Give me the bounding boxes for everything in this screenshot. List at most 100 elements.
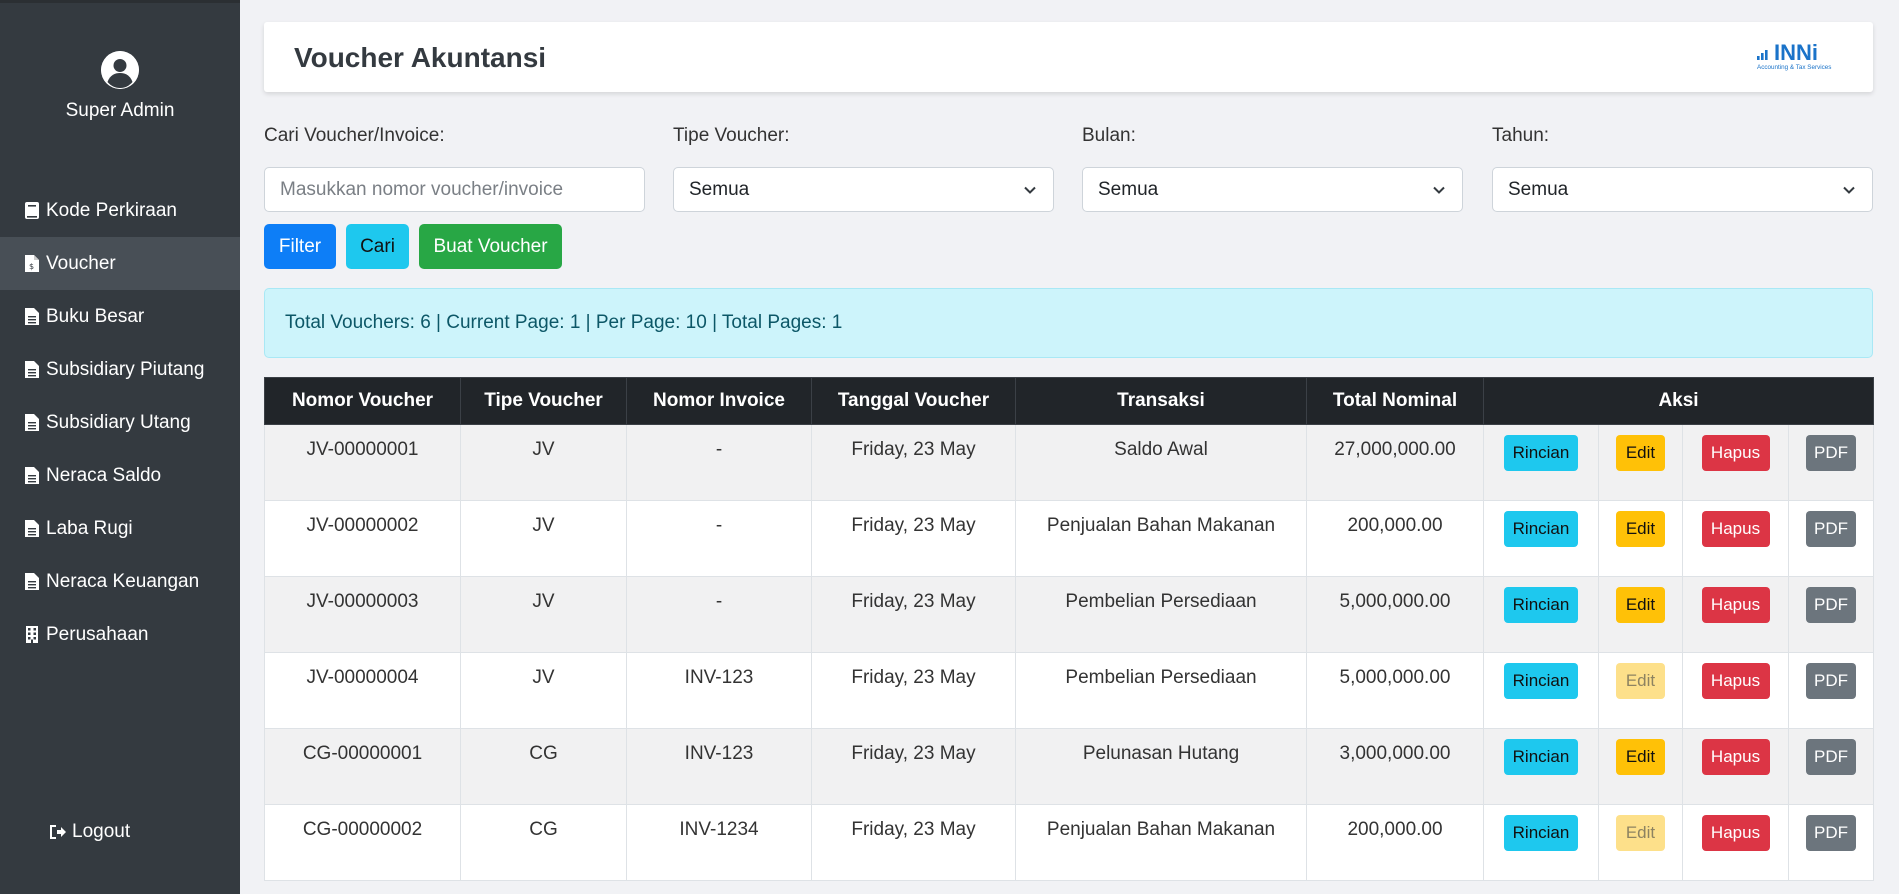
action-cell: PDF — [1787, 652, 1875, 729]
voucher-type-cell: JV — [460, 500, 627, 577]
search-field[interactable] — [264, 167, 645, 212]
sidebar-item-subsidiary-piutang[interactable]: Subsidiary Piutang — [0, 343, 240, 396]
action-cell: Hapus — [1682, 576, 1789, 653]
file-icon — [24, 572, 40, 591]
detail-button[interactable]: Rincian — [1504, 739, 1578, 775]
book-icon — [24, 201, 40, 220]
logo-subtext: Accounting & Tax Services — [1757, 64, 1831, 71]
delete-button[interactable]: Hapus — [1701, 663, 1770, 699]
voucher-number-cell: JV-00000002 — [264, 500, 461, 577]
invoice-number-cell: INV-123 — [626, 652, 812, 729]
chevron-down-icon — [1023, 183, 1037, 197]
sidebar-item-label: Buku Besar — [46, 305, 145, 327]
voucher-number-cell: JV-00000001 — [264, 424, 461, 501]
page-header: Voucher Akuntansi INNi Accounting & Tax … — [264, 22, 1873, 92]
svg-text:$: $ — [29, 262, 34, 271]
sidebar-item-laba-rugi[interactable]: Laba Rugi — [0, 502, 240, 555]
sidebar: Super Admin Kode Perkiraan $ Voucher Buk… — [0, 0, 240, 894]
summary-alert: Total Vouchers: 6 | Current Page: 1 | Pe… — [264, 288, 1873, 358]
delete-button[interactable]: Hapus — [1701, 815, 1770, 851]
sidebar-item-neraca-saldo[interactable]: Neraca Saldo — [0, 449, 240, 502]
transaction-cell: Pelunasan Hutang — [1015, 728, 1307, 805]
search-button[interactable]: Cari — [346, 224, 409, 269]
sidebar-item-neraca-keuangan[interactable]: Neraca Keuangan — [0, 555, 240, 608]
file-icon — [24, 466, 40, 485]
action-cell: PDF — [1787, 424, 1875, 501]
detail-button[interactable]: Rincian — [1504, 511, 1578, 547]
table-row: JV-00000001 JV - Friday, 23 May Saldo Awal 27… — [264, 424, 1875, 501]
total-nominal-cell: 27,000,000.00 — [1306, 424, 1484, 501]
delete-button[interactable]: Hapus — [1701, 511, 1770, 547]
edit-button: Edit — [1616, 663, 1665, 699]
profile: Super Admin — [0, 3, 240, 122]
sidebar-item-label: Kode Perkiraan — [46, 199, 177, 221]
create-voucher-button[interactable]: Buat Voucher — [419, 224, 562, 269]
filter-bar: Cari Voucher/Invoice: Tipe Voucher: Semu… — [264, 125, 1873, 212]
file-invoice-dollar-icon: $ — [24, 254, 40, 273]
detail-button[interactable]: Rincian — [1504, 435, 1578, 471]
action-cell: PDF — [1787, 576, 1875, 653]
total-nominal-cell: 5,000,000.00 — [1306, 652, 1484, 729]
sidebar-item-voucher[interactable]: $ Voucher — [0, 237, 240, 290]
sidebar-item-perusahaan[interactable]: Perusahaan — [0, 608, 240, 661]
voucher-type-select[interactable]: Semua — [673, 167, 1054, 212]
delete-button[interactable]: Hapus — [1701, 435, 1770, 471]
action-cell: PDF — [1787, 728, 1875, 805]
month-select[interactable]: Semua — [1082, 167, 1463, 212]
action-cell: Rincian — [1483, 576, 1599, 653]
action-cell: Hapus — [1682, 652, 1789, 729]
logout-button[interactable]: Logout — [48, 821, 130, 843]
user-name: Super Admin — [65, 100, 175, 121]
total-nominal-cell: 5,000,000.00 — [1306, 576, 1484, 653]
column-header: Tanggal Voucher — [811, 377, 1016, 425]
sidebar-item-label: Voucher — [46, 252, 116, 274]
edit-button[interactable]: Edit — [1616, 587, 1665, 623]
action-cell: Hapus — [1682, 728, 1789, 805]
voucher-table-wrapper: Nomor Voucher Tipe Voucher Nomor Invoice… — [264, 377, 1875, 881]
invoice-number-cell: - — [626, 424, 812, 501]
pdf-button[interactable]: PDF — [1806, 435, 1856, 471]
detail-button[interactable]: Rincian — [1504, 663, 1578, 699]
voucher-number-cell: JV-00000004 — [264, 652, 461, 729]
detail-button[interactable]: Rincian — [1504, 587, 1578, 623]
voucher-date-cell: Friday, 23 May — [811, 576, 1016, 653]
chevron-down-icon — [1842, 183, 1856, 197]
table-row: JV-00000003 JV - Friday, 23 May Pembelian Pe… — [264, 576, 1875, 653]
year-select[interactable]: Semua — [1492, 167, 1873, 212]
pdf-button[interactable]: PDF — [1806, 587, 1856, 623]
voucher-date-cell: Friday, 23 May — [811, 424, 1016, 501]
sidebar-item-label: Neraca Saldo — [46, 464, 162, 486]
voucher-type-cell: CG — [460, 804, 627, 881]
edit-button[interactable]: Edit — [1616, 435, 1665, 471]
file-icon — [24, 307, 40, 326]
delete-button[interactable]: Hapus — [1701, 587, 1770, 623]
search-label: Cari Voucher/Invoice: — [264, 125, 445, 146]
sidebar-item-buku-besar[interactable]: Buku Besar — [0, 290, 240, 343]
page-title: Voucher Akuntansi — [294, 42, 547, 73]
table-row: CG-00000002 CG INV-1234 Friday, 23 May Penju… — [264, 804, 1875, 881]
voucher-date-cell: Friday, 23 May — [811, 728, 1016, 805]
pdf-button[interactable]: PDF — [1806, 511, 1856, 547]
voucher-type-cell: JV — [460, 424, 627, 501]
building-icon — [24, 625, 40, 644]
pdf-button[interactable]: PDF — [1806, 815, 1856, 851]
action-cell: Edit — [1598, 576, 1683, 653]
edit-button[interactable]: Edit — [1616, 739, 1665, 775]
sidebar-item-subsidiary-utang[interactable]: Subsidiary Utang — [0, 396, 240, 449]
pdf-button[interactable]: PDF — [1806, 739, 1856, 775]
action-buttons: Filter Cari Buat Voucher — [264, 224, 572, 269]
detail-button[interactable]: Rincian — [1504, 815, 1578, 851]
sidebar-nav: Kode Perkiraan $ Voucher Buku Besar Subs… — [0, 184, 240, 661]
sidebar-item-kode-perkiraan[interactable]: Kode Perkiraan — [0, 184, 240, 237]
delete-button[interactable]: Hapus — [1701, 739, 1770, 775]
table-row: JV-00000002 JV - Friday, 23 May Penjualan Ba… — [264, 500, 1875, 577]
invoice-number-cell: - — [626, 500, 812, 577]
search-input[interactable] — [280, 178, 629, 201]
filter-button[interactable]: Filter — [264, 224, 336, 269]
pdf-button[interactable]: PDF — [1806, 663, 1856, 699]
transaction-cell: Penjualan Bahan Makanan — [1015, 500, 1307, 577]
edit-button[interactable]: Edit — [1616, 511, 1665, 547]
invoice-number-cell: - — [626, 576, 812, 653]
action-cell: PDF — [1787, 804, 1875, 881]
action-cell: Edit — [1598, 728, 1683, 805]
